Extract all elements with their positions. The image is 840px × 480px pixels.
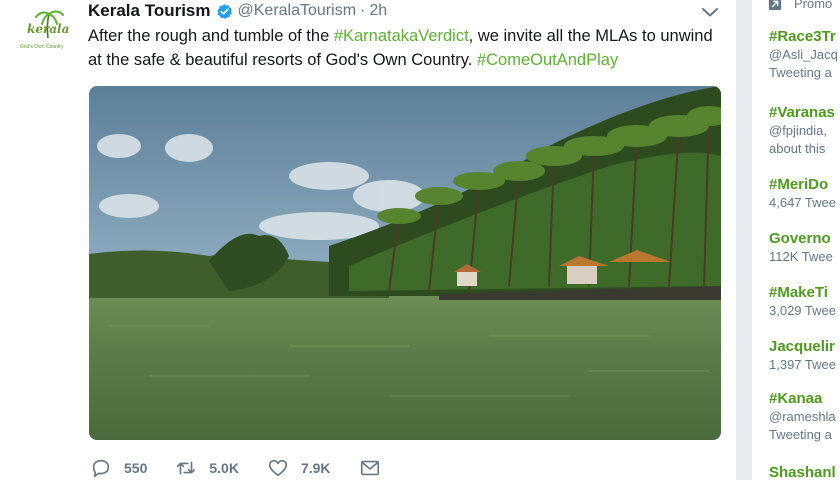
like-button[interactable]: 7.9K [267,457,331,479]
heart-icon [268,459,288,477]
promoted-arrow-icon [768,0,782,10]
trend-meta: 112K Twee [769,249,833,264]
promoted-label: Promo [768,0,832,11]
avatar[interactable]: kerala God's Own Country [14,8,76,56]
retweet-button[interactable]: 5.0K [175,457,239,479]
trend-item[interactable]: Shashanl [769,464,836,480]
trend-name[interactable]: Shashanl [769,464,836,480]
trend-item[interactable]: Governo 112K Twee [769,230,833,266]
logo-tagline: God's Own Country [20,44,64,50]
trend-item[interactable]: Jacquelir 1,397 Twee [769,338,836,374]
trend-meta: @fpjindia, [769,123,828,138]
trend-name[interactable]: Governo [769,230,833,248]
trends-sidebar: Promo #Race3Tr @Asli_Jacq Tweeting a #Va… [752,0,840,480]
promoted-text: Promo [794,0,833,11]
author-name[interactable]: Kerala Tourism [88,1,211,21]
reply-icon [92,459,110,478]
trend-meta: about this [769,141,826,156]
tweet-text-part: After the rough and tumble of the [88,27,334,45]
trend-name[interactable]: #MeriDo [769,176,836,194]
trend-meta: 3,029 Twee [769,303,836,318]
trend-meta: @rameshla [769,409,836,424]
trend-name[interactable]: #Varanas [769,104,835,122]
trend-item[interactable]: #Kanaa @rameshla Tweeting a [769,390,836,444]
trend-item[interactable]: #MakeTi 3,029 Twee [769,284,836,320]
trend-name[interactable]: #Kanaa [769,390,836,408]
reply-count: 550 [124,460,148,476]
trend-meta: @Asli_Jacq [769,47,838,62]
trend-name[interactable]: #Race3Tr [769,28,838,46]
logo-text: kerala [27,22,70,36]
direct-message-button[interactable] [359,457,381,479]
retweet-count: 5.0K [209,460,239,476]
tweet-card[interactable]: kerala God's Own Country Kerala Tourism … [0,0,736,480]
tweet-text: After the rough and tumble of the #Karna… [88,24,728,72]
like-count: 7.9K [300,460,331,476]
verified-badge-icon [216,3,232,19]
trend-meta: 4,647 Twee [769,195,836,210]
backwater-photo [89,86,721,440]
tweet-photo[interactable] [89,86,721,440]
trend-item[interactable]: #Race3Tr @Asli_Jacq Tweeting a [769,28,838,82]
trend-item[interactable]: #MeriDo 4,647 Twee [769,176,836,212]
hashtag-link[interactable]: #KarnatakaVerdict [334,27,469,45]
separator-dot: · [360,2,366,19]
chevron-down-icon[interactable] [700,2,720,22]
envelope-icon [360,460,379,476]
trend-name[interactable]: Jacquelir [769,338,836,356]
author-handle[interactable]: @KeralaTourism [238,2,357,20]
tweet-actions: 550 5.0K 7.9K [90,456,409,480]
retweet-icon [177,461,196,475]
trend-meta: 1,397 Twee [769,357,836,372]
trend-meta: Tweeting a [769,65,832,80]
trend-name[interactable]: #MakeTi [769,284,836,302]
reply-button[interactable]: 550 [90,457,147,479]
trend-item[interactable]: #Varanas @fpjindia, about this [769,104,835,158]
trend-meta: Tweeting a [769,427,832,442]
hashtag-link[interactable]: #ComeOutAndPlay [477,51,618,69]
tweet-header: Kerala Tourism @KeralaTourism · 2h [88,0,387,22]
tweet-timestamp[interactable]: 2h [369,2,387,20]
